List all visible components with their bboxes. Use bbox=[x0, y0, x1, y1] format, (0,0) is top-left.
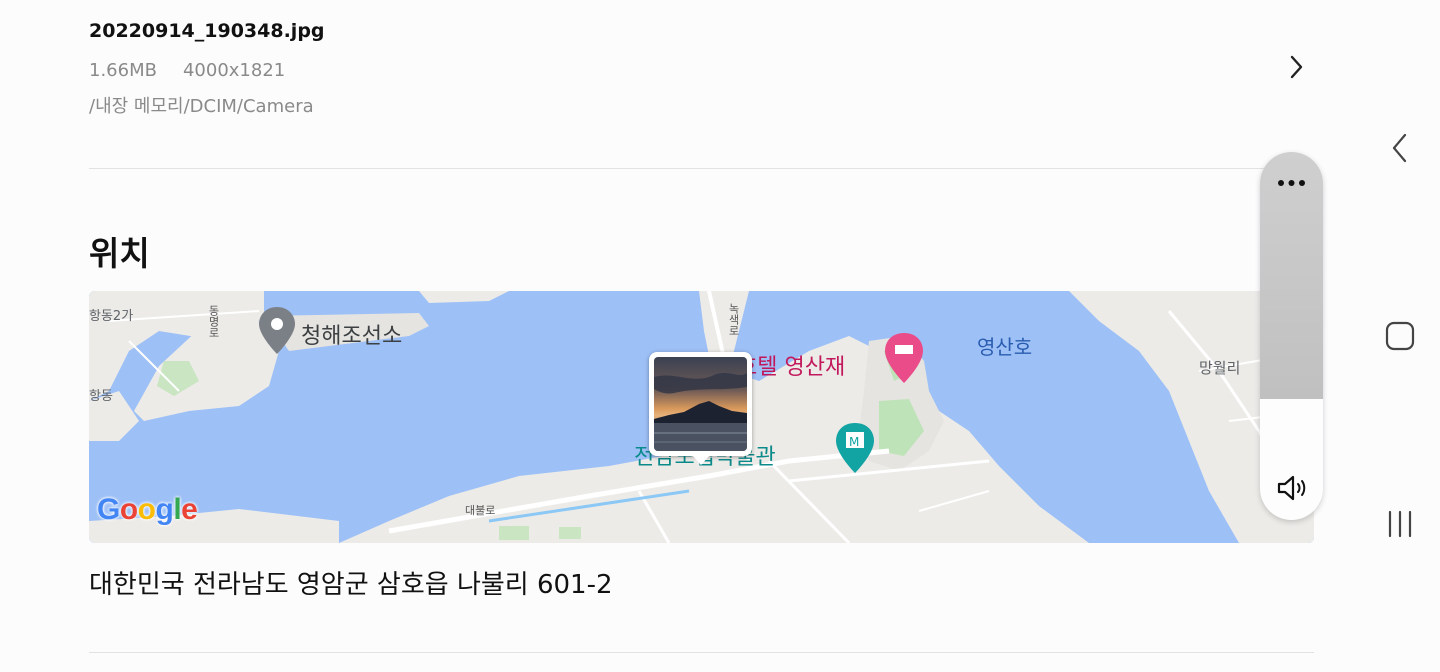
speaker-icon[interactable] bbox=[1274, 470, 1310, 506]
location-section-title: 위치 bbox=[89, 234, 150, 273]
nav-home-icon[interactable] bbox=[1384, 320, 1416, 352]
divider bbox=[89, 168, 1314, 169]
file-meta: 1.66MB 4000x1821 bbox=[89, 60, 311, 81]
map-label-hotel: 호텔 영산재 bbox=[737, 355, 846, 380]
divider bbox=[89, 652, 1314, 653]
map-label-place: 청해조선소 bbox=[301, 324, 403, 349]
image-details-page: 20220914_190348.jpg 1.66MB 4000x1821 /내장 … bbox=[0, 0, 1440, 672]
file-size: 1.66MB bbox=[89, 60, 157, 81]
nav-back-icon[interactable] bbox=[1386, 132, 1414, 164]
svg-text:M: M bbox=[849, 435, 859, 449]
location-address: 대한민국 전라남도 영암군 삼호읍 나불리 601-2 bbox=[89, 570, 613, 600]
map-label-road1: 동명로 bbox=[207, 305, 220, 338]
photo-thumbnail bbox=[654, 357, 747, 451]
nav-recents-icon[interactable] bbox=[1386, 508, 1414, 540]
file-name: 20220914_190348.jpg bbox=[89, 20, 325, 42]
map-label-road2: 녹색로 bbox=[727, 303, 740, 336]
file-path: /내장 메모리/DCIM/Camera bbox=[89, 96, 314, 117]
map-label-road3: 대불로 bbox=[465, 504, 496, 517]
volume-panel[interactable] bbox=[1260, 152, 1323, 520]
map-label-village: 망월리 bbox=[1199, 359, 1241, 377]
map-label-district2: 항동 bbox=[89, 389, 113, 404]
file-resolution: 4000x1821 bbox=[182, 60, 286, 81]
map-label-district1: 항동2가 bbox=[89, 309, 134, 324]
chevron-right-icon[interactable] bbox=[1284, 54, 1308, 80]
google-logo: Google bbox=[97, 493, 198, 526]
photo-location-pin[interactable] bbox=[649, 352, 752, 465]
location-map[interactable]: M 항동2가 항동 동명로 녹색로 대불로 청해조선소 호텔 영산재 전남도립박… bbox=[89, 291, 1314, 543]
more-horizontal-icon[interactable] bbox=[1273, 166, 1310, 200]
map-label-lake: 영산호 bbox=[977, 335, 1033, 359]
